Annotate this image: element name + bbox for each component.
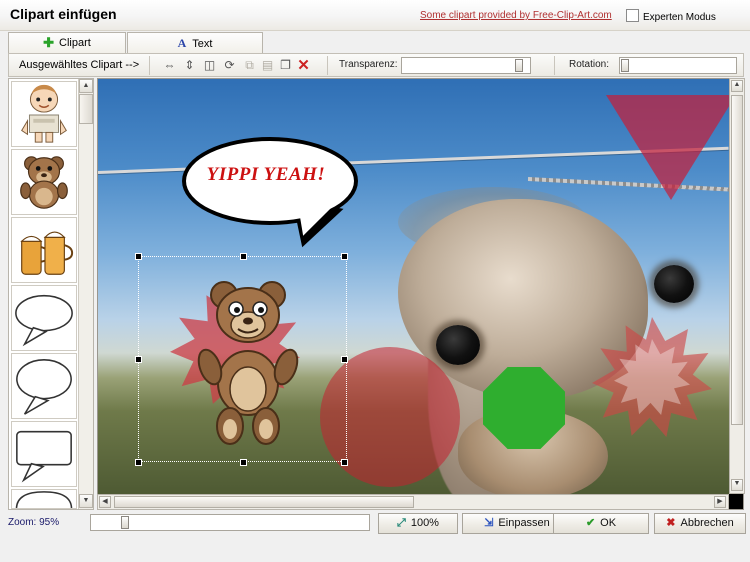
title-bar: Clipart einfügen Some clipart provided b… [0,0,750,31]
zoom-slider[interactable] [90,514,370,531]
scroll-left-icon[interactable]: ◀ [99,496,111,508]
zoom-100-button[interactable]: ⤢ 100% [378,513,458,534]
clipart-list-scrollbar[interactable]: ▲ ▼ [78,79,93,509]
zoom-level-label: Zoom: 95% [8,517,60,528]
triangle-overlay[interactable] [606,95,729,200]
flip-horizontal-icon[interactable]: ⇔ [161,57,178,74]
rotation-label: Rotation: [569,59,610,70]
zoom-slider-thumb[interactable] [121,516,129,529]
scroll-up-icon[interactable]: ▲ [731,80,743,92]
fit-icon: ⇲ [484,517,494,529]
baby-clipart-icon [21,84,67,143]
ok-label: OK [600,517,617,529]
rotation-slider-thumb[interactable] [621,59,629,72]
speech-bubble-square-clipart-icon [16,430,72,483]
list-item[interactable] [11,149,77,215]
resize-handle-sw[interactable] [135,459,142,466]
fit-label: Einpassen [498,517,550,529]
scroll-right-icon[interactable]: ▶ [714,496,726,508]
resize-handle-ne[interactable] [341,253,348,260]
list-item[interactable] [11,285,77,351]
resize-handle-nw[interactable] [135,253,142,260]
list-item[interactable] [11,353,77,419]
transparency-slider-thumb[interactable] [515,59,523,72]
text-icon: A [177,36,187,50]
speech-bubble-partial-clipart-icon [15,491,73,508]
scroll-down-icon[interactable]: ▼ [79,494,93,508]
expert-mode-label: Experten Modus [643,12,716,23]
resize-handle-se[interactable] [341,459,348,466]
speech-bubble-oval-clipart-icon [15,294,73,347]
expert-mode-checkbox[interactable]: Experten Modus [626,9,716,23]
scroll-up-icon[interactable]: ▲ [79,79,93,93]
clipart-credit-link[interactable]: Some clipart provided by Free-Clip-Art.c… [420,10,612,21]
transparency-label: Transparenz: [339,59,398,70]
scroll-thumb-horizontal[interactable] [114,496,414,508]
transparency-slider[interactable] [401,57,531,74]
clipart-toolbar: Ausgewähltes Clipart --> ⇔ ⇕ ◫ ⟳ ⧉ ▤ ❐ ✕… [8,53,744,77]
check-icon: ✔ [585,517,596,529]
beer-mugs-clipart-icon [20,231,74,275]
rotate-icon[interactable]: ⟳ [221,57,238,74]
x-icon: ✖ [666,517,676,529]
image-canvas[interactable]: YIPPI YEAH! [97,78,744,510]
list-item[interactable] [11,217,77,283]
list-item[interactable] [11,489,77,509]
tab-clipart[interactable]: ✚ Clipart [8,32,126,53]
clipart-list[interactable]: ▲ ▼ [8,78,94,510]
ok-button[interactable]: ✔ OK [553,513,649,534]
page-title: Clipart einfügen [10,6,117,22]
ostrich-eye-right [654,265,694,303]
toolbar-separator-2 [327,56,328,75]
tab-clipart-label: Clipart [59,37,91,49]
speech-bubble-tail-inner [291,200,333,240]
speech-bubble-text: YIPPI YEAH! [206,164,326,185]
resize-handle-e[interactable] [341,356,348,363]
plus-icon: ✚ [43,35,55,50]
ostrich-eye-left [436,325,480,365]
list-item[interactable] [11,421,77,487]
flip-vertical-icon[interactable]: ⇕ [181,57,198,74]
mirror-icon[interactable]: ◫ [201,57,218,74]
list-item[interactable] [11,81,77,147]
paste-icon[interactable]: ▤ [259,57,276,74]
delete-icon[interactable]: ✕ [295,57,312,74]
duplicate-icon[interactable]: ❐ [277,57,294,74]
scroll-thumb[interactable] [79,94,93,124]
cancel-label: Abbrechen [680,517,734,529]
scroll-thumb-vertical[interactable] [731,95,743,425]
copy-icon[interactable]: ⧉ [241,57,258,74]
tab-text-label: Text [192,38,213,50]
teddy-bear-clipart-icon [20,156,68,209]
zoom-icon: ⤢ [397,517,406,529]
selected-clipart-label: Ausgewähltes Clipart --> [19,59,140,71]
zoom-100-label: 100% [410,517,439,529]
scroll-down-icon[interactable]: ▼ [731,479,743,491]
speech-bubble-round-clipart-icon [16,359,72,415]
checkbox-box[interactable] [626,9,639,22]
toolbar-separator [149,56,150,75]
toolbar-separator-3 [554,56,555,75]
rotation-slider[interactable] [619,57,737,74]
cancel-button[interactable]: ✖ Abbrechen [654,513,746,534]
ostrich-photo: YIPPI YEAH! [98,79,729,494]
canvas-horizontal-scrollbar[interactable]: ◀ ▶ [97,494,729,510]
clipart-dialog: Clipart einfügen Some clipart provided b… [0,0,750,562]
tab-strip: ✚ Clipart A Text [8,32,748,53]
tab-text[interactable]: A Text [127,32,263,53]
resize-handle-w[interactable] [135,356,142,363]
resize-handle-n[interactable] [240,253,247,260]
resize-handle-s[interactable] [240,459,247,466]
selection-frame[interactable] [135,253,348,466]
canvas-vertical-scrollbar[interactable]: ▲ ▼ [729,78,745,494]
